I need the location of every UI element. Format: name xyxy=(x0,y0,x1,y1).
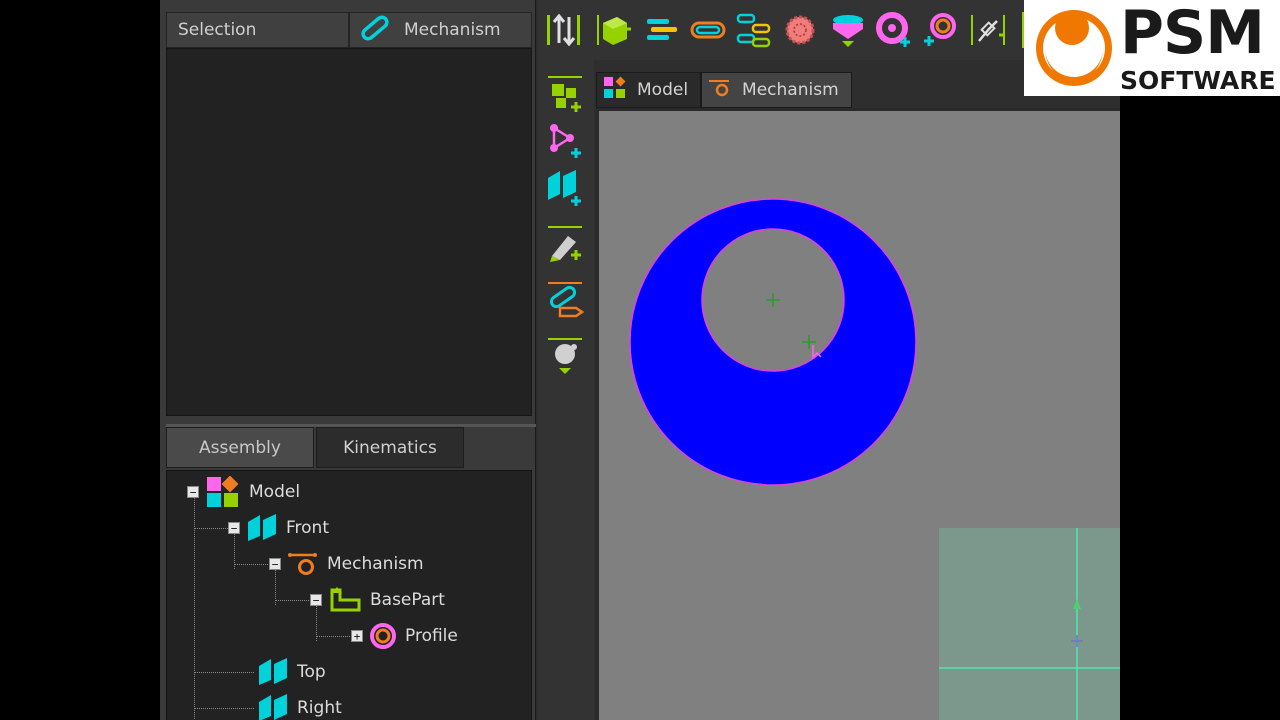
add-graph-icon[interactable] xyxy=(544,116,588,164)
plane-icon xyxy=(257,693,289,720)
tree-item-label: Model xyxy=(249,482,301,502)
tree-tabs: Assembly Kinematics xyxy=(166,424,536,468)
add-part-icon[interactable] xyxy=(544,70,588,118)
tree-item-label: Top xyxy=(297,662,326,682)
tree-connector xyxy=(194,528,230,529)
mechanism-label: Mechanism xyxy=(404,20,501,40)
center-marker xyxy=(766,293,780,307)
center-marker xyxy=(802,335,816,349)
lines-icon[interactable] xyxy=(642,10,682,50)
collapse-icon[interactable]: − xyxy=(187,486,199,498)
gear-icon[interactable] xyxy=(780,10,820,50)
link-chain-icon[interactable] xyxy=(734,10,774,50)
drop-object-icon[interactable] xyxy=(544,332,588,380)
tree-section: Assembly Kinematics − Model − Front − Me… xyxy=(166,424,536,720)
left-panel: Selection Mechanism Assembly Kinematics xyxy=(160,0,536,720)
tree-item-right[interactable]: Right xyxy=(257,693,342,720)
profile-icon xyxy=(369,622,397,650)
tree-item-basepart[interactable]: − BasePart xyxy=(310,585,445,615)
slider-icon[interactable] xyxy=(968,10,1008,50)
slot-icon[interactable] xyxy=(688,10,728,50)
tab-assembly-label: Assembly xyxy=(199,437,281,458)
part-icon[interactable] xyxy=(594,10,634,50)
selection-header: Selection Mechanism xyxy=(166,12,532,48)
psm-software-logo: PSM SOFTWARE xyxy=(1024,0,1280,96)
tab-kinematics-label: Kinematics xyxy=(343,437,437,458)
logo-text-software: SOFTWARE xyxy=(1120,66,1276,95)
tree-connector xyxy=(234,564,270,565)
ring-add-icon[interactable] xyxy=(920,10,960,50)
tree-item-label: BasePart xyxy=(370,590,445,610)
slot-icon xyxy=(358,14,392,47)
tree-item-front[interactable]: − Front xyxy=(228,513,329,543)
tree-item-label: Mechanism xyxy=(327,554,424,574)
doc-tab-mechanism[interactable]: Mechanism xyxy=(701,72,852,108)
graphics-viewport[interactable] xyxy=(596,108,1120,720)
selection-list[interactable] xyxy=(166,48,532,416)
canvas[interactable] xyxy=(599,111,1120,720)
mechanism-icon xyxy=(287,551,319,577)
tab-assembly[interactable]: Assembly xyxy=(166,427,314,468)
mechanism-tab[interactable]: Mechanism xyxy=(349,12,532,48)
doc-tab-model-label: Model xyxy=(637,80,689,100)
plane-icon xyxy=(257,657,289,687)
tree-connector xyxy=(316,636,352,637)
add-plane-icon[interactable] xyxy=(544,164,588,212)
circle-add-icon[interactable] xyxy=(874,10,914,50)
tree-connector xyxy=(194,708,254,709)
application-window: Selection Mechanism Assembly Kinematics xyxy=(160,0,1120,720)
doc-tab-mechanism-label: Mechanism xyxy=(742,80,839,100)
tree-connector xyxy=(275,600,311,601)
tree-item-label: Front xyxy=(286,518,329,538)
tree-connector xyxy=(194,672,254,673)
sort-icon[interactable] xyxy=(544,10,584,50)
tree-item-profile[interactable]: + Profile xyxy=(351,621,458,651)
tree-item-label: Profile xyxy=(405,626,458,646)
tree-item-top[interactable]: Top xyxy=(257,657,326,687)
cam-icon[interactable] xyxy=(828,10,868,50)
edit-part-icon[interactable] xyxy=(544,220,588,268)
edit-slot-icon[interactable] xyxy=(544,276,588,324)
doc-tab-model[interactable]: Model xyxy=(596,72,702,108)
logo-mark-icon xyxy=(1036,10,1112,86)
model-icon xyxy=(603,76,627,105)
collapse-icon[interactable]: − xyxy=(310,594,322,606)
logo-text-psm: PSM xyxy=(1120,0,1265,68)
selection-label: Selection xyxy=(178,20,257,40)
view-cube-panel[interactable] xyxy=(939,528,1120,720)
tab-kinematics[interactable]: Kinematics xyxy=(316,427,464,468)
plane-icon xyxy=(246,513,278,543)
selection-tab[interactable]: Selection xyxy=(166,12,349,48)
collapse-icon[interactable]: − xyxy=(269,558,281,570)
assembly-tree[interactable]: − Model − Front − Mechanism − BasePart +… xyxy=(166,470,532,720)
expand-icon[interactable]: + xyxy=(351,630,363,642)
collapse-icon[interactable]: − xyxy=(228,522,240,534)
mechanism-icon xyxy=(708,78,732,103)
tree-item-model[interactable]: − Model xyxy=(187,476,301,508)
tree-item-label: Right xyxy=(297,698,342,718)
vertical-toolbar xyxy=(538,60,594,720)
profile-shape[interactable] xyxy=(629,198,917,486)
tree-item-mechanism[interactable]: − Mechanism xyxy=(269,549,424,579)
basepart-icon xyxy=(328,586,362,614)
model-icon xyxy=(205,476,241,508)
document-tabs: Model Mechanism xyxy=(596,72,852,108)
